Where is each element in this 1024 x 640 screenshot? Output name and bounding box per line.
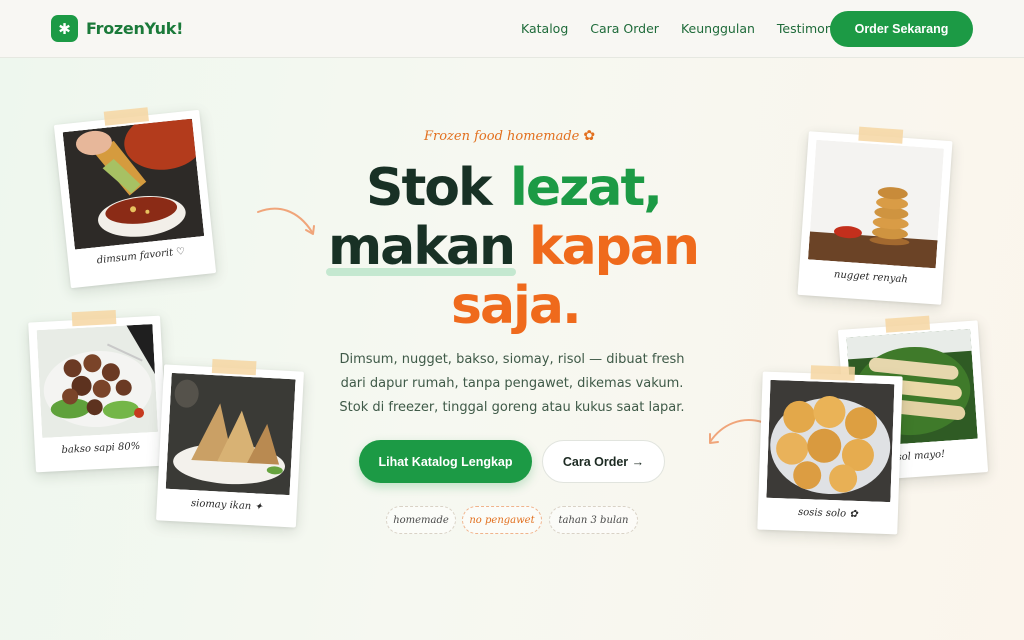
nav-link-testimoni[interactable]: Testimoni — [777, 21, 836, 36]
view-catalog-button[interactable]: Lihat Katalog Lengkap — [359, 440, 532, 483]
chip-homemade: homemade — [386, 506, 456, 534]
snowflake-icon: ✱ — [51, 15, 78, 42]
nav-link-cara-order[interactable]: Cara Order — [590, 21, 659, 36]
photo-nugget — [807, 139, 945, 269]
polaroid-dimsum: dimsum favorit ♡ — [53, 107, 217, 289]
tape — [885, 315, 931, 333]
nav-link-keunggulan[interactable]: Keunggulan — [681, 21, 755, 36]
eyebrow-text: Frozen food homemade — [424, 129, 580, 144]
headline-word-saja: saja. — [451, 276, 582, 336]
polaroid-bakso: bakso sapi 80% — [28, 309, 168, 473]
navbar: ✱ FrozenYuk! Katalog Cara Order Keunggul… — [0, 0, 1024, 58]
headline-word-kapan: kapan — [529, 217, 700, 277]
how-to-order-button[interactable]: Cara Order → — [542, 440, 665, 483]
polaroid-nugget: nugget renyah — [797, 126, 953, 305]
flower-icon: ✿ — [583, 128, 596, 144]
photo-siomay — [165, 372, 296, 496]
photo-dimsum — [62, 118, 205, 250]
chip-no-preservatives: no pengawet — [462, 506, 542, 534]
order-now-button[interactable]: Order Sekarang — [830, 11, 973, 47]
curved-arrow-right-icon — [709, 419, 763, 444]
tape — [858, 126, 904, 144]
tape — [71, 309, 117, 327]
tape — [810, 365, 856, 381]
nav-links: Katalog Cara Order Keunggulan Testimoni — [521, 21, 836, 36]
brand-logo[interactable]: ✱ FrozenYuk! — [51, 15, 183, 42]
chip-shelf-life: tahan 3 bulan — [549, 506, 638, 534]
photo-bakso — [36, 324, 159, 438]
photo-sosis — [766, 379, 895, 503]
polaroid-siomay: siomay ikan ✦ — [156, 358, 304, 528]
headline-word-stok: Stok — [366, 158, 493, 218]
headline-word-lezat: lezat, — [510, 158, 663, 218]
polaroid-sosis: sosis solo ✿ — [757, 365, 903, 535]
headline-word-makan: makan — [328, 217, 516, 277]
nav-link-katalog[interactable]: Katalog — [521, 21, 568, 36]
curved-arrow-left-icon — [257, 207, 315, 235]
tape — [211, 358, 257, 376]
hero-description: Dimsum, nugget, bakso, siomay, risol — d… — [339, 352, 685, 415]
hero-eyebrow: Frozen food homemade ✿ — [424, 128, 595, 144]
brand-name: FrozenYuk! — [86, 19, 184, 38]
